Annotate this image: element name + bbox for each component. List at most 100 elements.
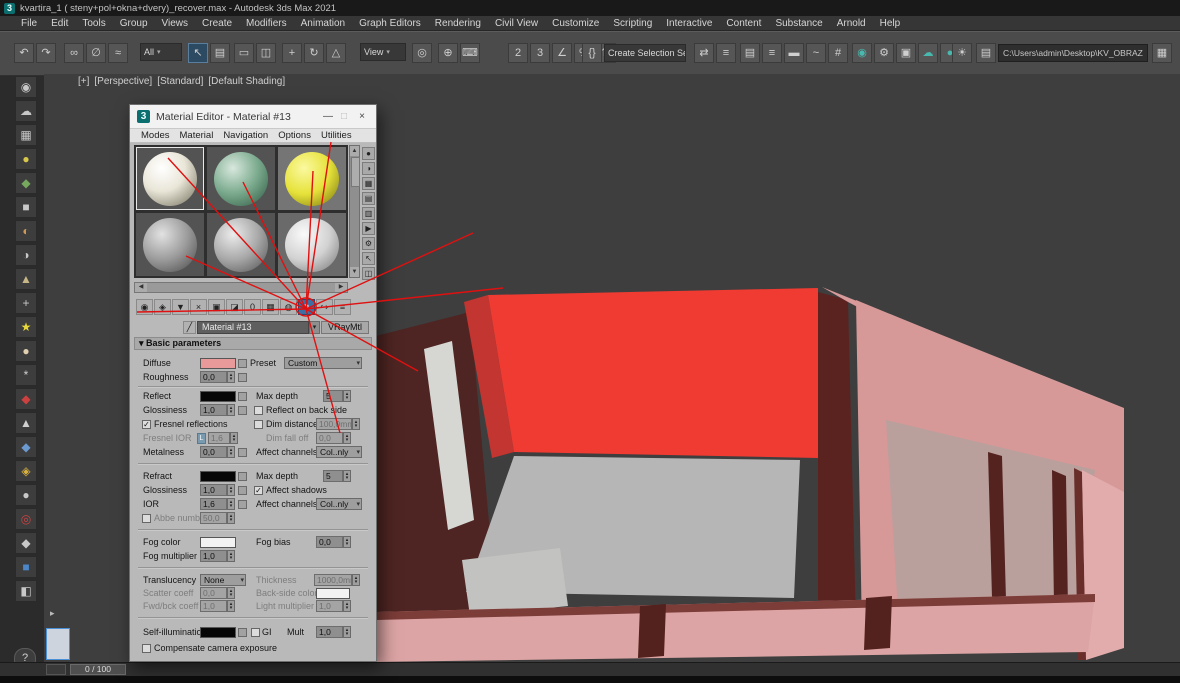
selection-filter-dropdown[interactable]: All▾ [140,43,182,61]
fresnel-ior-spinner[interactable]: ▴▾ [230,432,238,444]
menu-tools[interactable]: Tools [75,18,112,29]
scatter-coeff-spinner[interactable]: ▴▾ [227,587,235,599]
mirror-icon[interactable]: ⇄ [694,43,714,63]
eyedropper-icon[interactable]: ╱ [183,321,196,334]
reflect-glossiness-spinner[interactable]: ▴▾ [227,404,235,416]
viewport-renderer-menu[interactable]: [Standard] [157,76,203,87]
put-material-to-scene-icon[interactable]: ◈ [154,299,171,315]
menu-edit[interactable]: Edit [44,18,75,29]
show-end-result-icon[interactable]: ◍ [280,299,297,315]
roughness-map-button[interactable] [238,373,247,382]
abbe-number-checkbox[interactable] [142,514,151,523]
keyboard-override-icon[interactable]: ⌨ [460,43,480,63]
dim-distance-checkbox[interactable] [254,420,263,429]
reflect-color-swatch[interactable] [200,391,236,402]
angle-snap-icon[interactable]: ∠ [552,43,572,63]
fog-multiplier-spinner[interactable]: ▴▾ [227,550,235,562]
sample-type-icon[interactable]: ● [362,147,375,160]
mult-spinner[interactable]: ▴▾ [343,626,351,638]
menu-customize[interactable]: Customize [545,18,606,29]
reflect-affect-channels-dropdown[interactable]: Col..nly▾ [316,446,362,458]
back-side-color-swatch[interactable] [316,588,350,599]
left-toolbar-icon-12[interactable]: ● [15,340,37,362]
select-object-icon[interactable]: ↖ [188,43,208,63]
dim-distance-field[interactable]: 100,0mm [316,418,352,430]
self-illumination-swatch[interactable] [200,627,236,638]
named-selection-sets-icon[interactable]: {} [582,43,602,63]
material-name-field[interactable]: Material #13 [197,321,309,334]
sample-vertical-scrollbar[interactable]: ▲ ▼ [349,145,360,278]
snaps-toggle-3d-icon[interactable]: 3 [530,43,550,63]
project-path-field[interactable]: C:\Users\admin\Desktop\KV_OBRAZ [998,44,1148,62]
diffuse-color-swatch[interactable] [200,358,236,369]
material-map-navigator-icon[interactable]: ◫ [362,267,375,280]
selection-set-dropdown[interactable]: Create Selection Se▾ [604,44,686,62]
fwd-bck-coeff-field[interactable]: 1,0 [200,600,227,612]
fog-color-swatch[interactable] [200,537,236,548]
close-icon[interactable]: × [354,109,370,124]
material-name-dropdown-icon[interactable]: ▾ [309,321,320,334]
timeline-track-bar[interactable]: 0 / 100 [0,662,1180,676]
abbe-number-spinner[interactable]: ▴▾ [227,512,235,524]
me-menu-options[interactable]: Options [273,130,316,141]
material-sample-slot-6[interactable] [278,213,346,276]
reference-coordinate-dropdown[interactable]: View▾ [360,43,406,61]
material-sample-slot-2[interactable] [207,147,275,210]
reflect-map-button[interactable] [238,392,247,401]
menu-interactive[interactable]: Interactive [659,18,719,29]
metalness-map-button[interactable] [238,448,247,457]
dim-fall-off-spinner[interactable]: ▴▾ [343,432,351,444]
use-pivot-center-icon[interactable]: ◎ [412,43,432,63]
menu-content[interactable]: Content [719,18,768,29]
minimize-icon[interactable]: — [320,109,336,124]
left-toolbar-icon-22[interactable]: ◧ [15,580,37,602]
menu-arnold[interactable]: Arnold [830,18,873,29]
material-sample-slot-4[interactable] [136,213,204,276]
ribbon-toggle-icon[interactable]: ▬ [784,43,804,63]
assign-material-to-selection-icon[interactable]: ▼ [172,299,189,315]
sample-horizontal-scrollbar[interactable]: ◀ ▶ [134,282,348,293]
compensate-exposure-checkbox[interactable] [142,644,151,653]
show-map-in-viewport-icon[interactable]: ▦ [262,299,279,315]
refract-max-depth-spinner[interactable]: ▴▾ [343,470,351,482]
translucency-dropdown[interactable]: None▾ [200,574,246,586]
refract-affect-channels-dropdown[interactable]: Col..nly▾ [316,498,362,510]
refract-max-depth-field[interactable]: 5 [323,470,343,482]
get-material-icon[interactable]: ◉ [136,299,153,315]
show-shaded-material-icon[interactable]: ↰ [298,299,315,315]
affect-shadows-checkbox[interactable] [254,486,263,495]
put-to-library-icon[interactable]: ◪ [226,299,243,315]
scroll-down-icon[interactable]: ▼ [350,267,359,277]
scroll-up-icon[interactable]: ▲ [350,146,359,156]
gi-checkbox[interactable] [251,628,260,637]
maximize-icon[interactable]: □ [336,109,352,124]
left-toolbar-icon-10[interactable]: + [15,292,37,314]
menu-create[interactable]: Create [195,18,239,29]
unlink-selection-icon[interactable]: ∅ [86,43,106,63]
left-toolbar-icon-20[interactable]: ◆ [15,532,37,554]
scroll-thumb[interactable] [351,157,360,187]
background-icon[interactable]: ▦ [362,177,375,190]
diffuse-map-button[interactable] [238,359,247,368]
metalness-spinner[interactable]: ▴▾ [227,446,235,458]
render-cloud-icon[interactable]: ☁ [918,43,938,63]
left-toolbar-icon-8[interactable]: ◑ [15,244,37,266]
menu-group[interactable]: Group [113,18,155,29]
left-toolbar-icon-19[interactable]: ◎ [15,508,37,530]
reflect-back-side-checkbox[interactable] [254,406,263,415]
me-menu-modes[interactable]: Modes [136,130,175,141]
menu-file[interactable]: File [14,18,44,29]
preset-dropdown[interactable]: Custom▾ [284,357,362,369]
thickness-spinner[interactable]: ▴▾ [352,574,360,586]
roughness-spinner[interactable]: ▴▾ [227,371,235,383]
menu-help[interactable]: Help [873,18,908,29]
left-toolbar-icon-2[interactable]: ☁ [15,100,37,122]
selection-region-icon[interactable]: ▭ [234,43,254,63]
menu-graph-editors[interactable]: Graph Editors [352,18,428,29]
redo-icon[interactable]: ↷ [36,43,56,63]
window-crossing-icon[interactable]: ◫ [256,43,276,63]
reset-map-icon[interactable]: × [190,299,207,315]
refract-color-swatch[interactable] [200,471,236,482]
fwd-bck-coeff-spinner[interactable]: ▴▾ [227,600,235,612]
curve-editor-icon[interactable]: ~ [806,43,826,63]
